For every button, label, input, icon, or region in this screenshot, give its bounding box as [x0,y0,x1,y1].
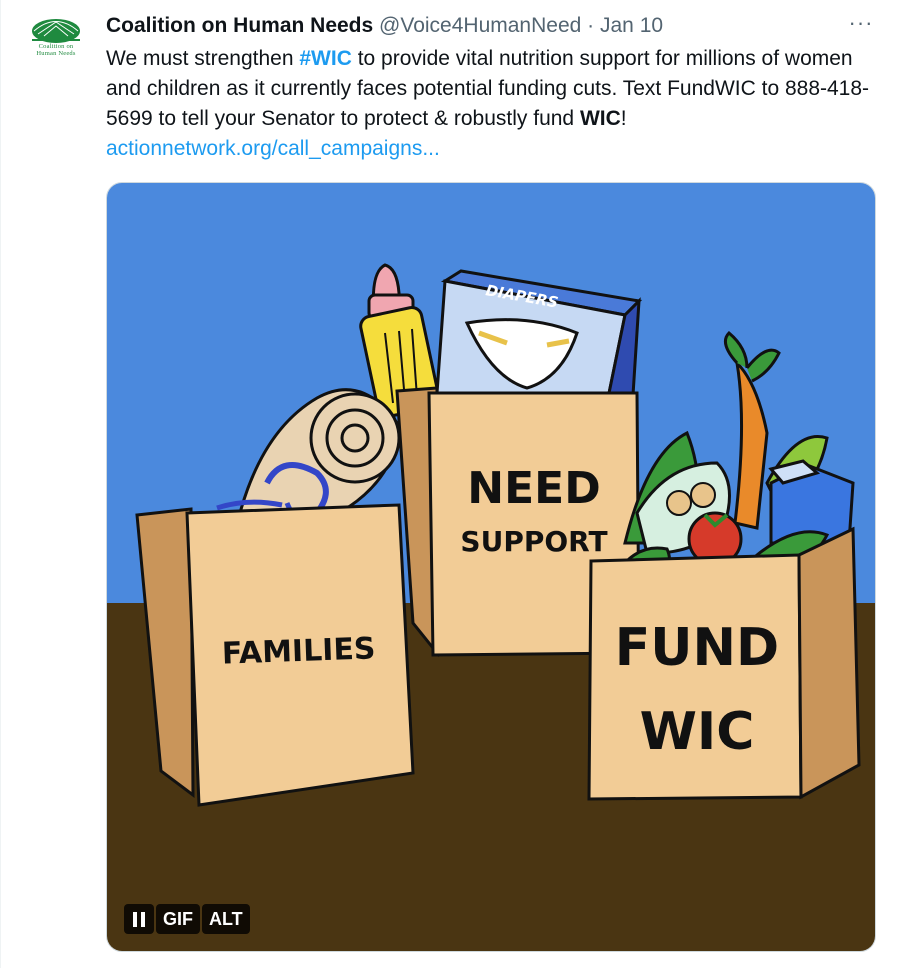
bag-families: FAMILIES [135,503,415,807]
tweet-text: We must strengthen #WIC to provide vital… [106,44,886,164]
wic-text: WIC [640,702,755,762]
timeline-divider [0,0,1,968]
tweet-header: Coalition on Human Needs @Voice4HumanNee… [106,12,663,40]
tweet-date[interactable]: Jan 10 [600,14,663,37]
external-link[interactable]: actionnetwork.org/call_campaigns... [106,137,440,160]
need-text: NEED [467,463,600,514]
tweet-text-part-1: We must strengthen [106,47,300,70]
avatar-line-1: Coalition on [38,43,74,50]
tweet-exclaim: ! [620,107,627,130]
gif-badge: GIF [156,904,200,934]
gif-controls: GIF ALT [124,904,250,934]
header-separator: · [587,14,595,37]
more-options-icon[interactable]: ··· [846,12,876,40]
author-name[interactable]: Coalition on Human Needs [106,14,373,37]
tweet-bold-word: WIC [579,107,621,130]
support-text: SUPPORT [460,525,607,558]
alt-text-button[interactable]: ALT [202,904,250,934]
avatar-caption: Coalition on Human Needs [24,43,88,57]
tree-logo-icon [32,19,80,43]
tweet[interactable]: Coalition on Human Needs Coalition on Hu… [0,0,904,968]
families-text: FAMILIES [221,631,376,671]
author-handle[interactable]: @Voice4HumanNeed [379,14,581,37]
bag-fund-wic: FUND WIC [587,526,861,801]
avatar-line-2: Human Needs [36,50,76,57]
gif-illustration: DIAPERS NEED SUPPORT FAMILIES FUND WIC [107,183,875,951]
hashtag-link[interactable]: #WIC [299,47,352,70]
tweet-media-gif[interactable]: DIAPERS NEED SUPPORT FAMILIES FUND WIC [106,182,876,952]
pause-icon[interactable] [124,904,154,934]
fund-text: FUND [615,618,779,678]
